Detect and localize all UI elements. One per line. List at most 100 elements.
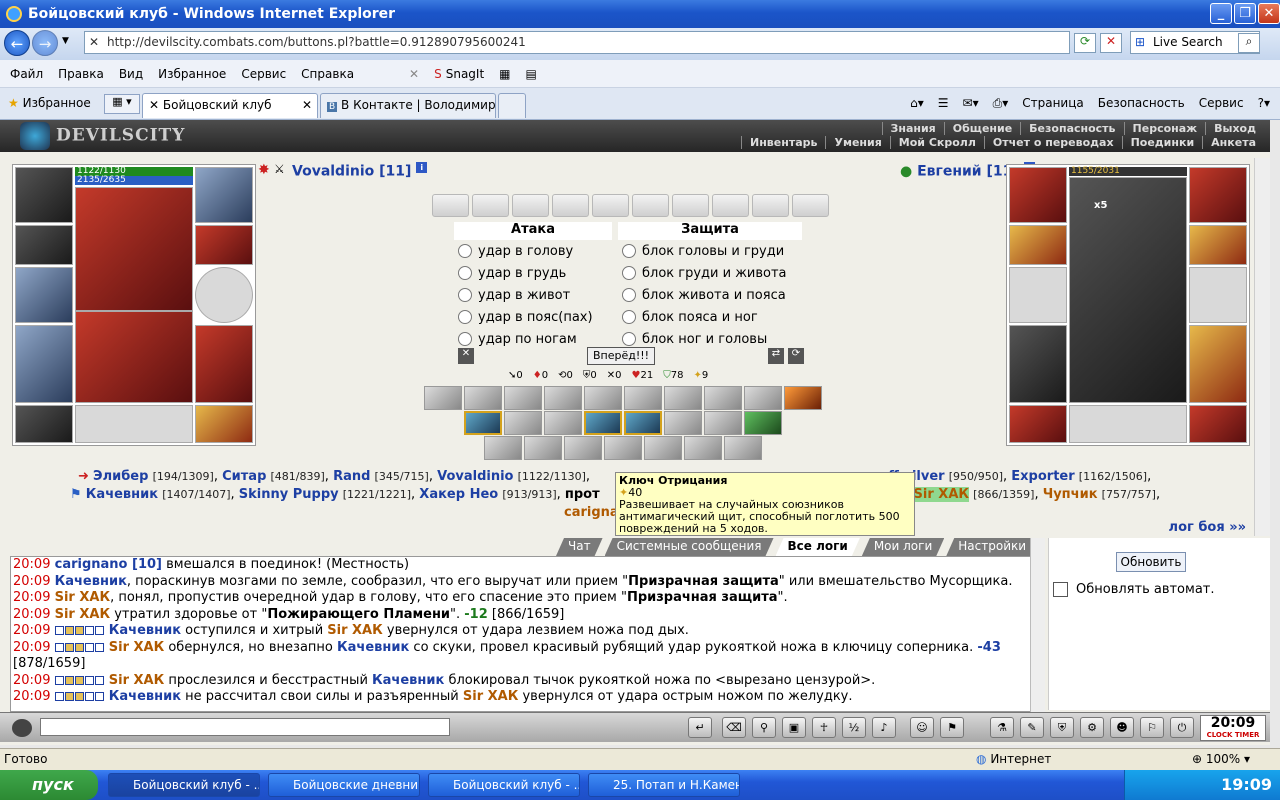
skill-button[interactable] xyxy=(484,436,522,460)
refresh-icon[interactable]: ⟳ xyxy=(1074,33,1096,53)
snagit-edit-icon[interactable]: ▤ xyxy=(526,67,537,81)
scroll-slot[interactable] xyxy=(792,194,829,217)
address-input[interactable]: ✕ http://devilscity.combats.com/buttons.… xyxy=(84,31,1070,54)
nav-battles[interactable]: Поединки xyxy=(1121,136,1203,149)
eraser-icon[interactable]: ⌫ xyxy=(722,717,746,738)
attack-option[interactable]: удар в пояс(пах) xyxy=(454,306,612,328)
log-fighter-name[interactable]: Sir ХАК xyxy=(55,590,110,605)
forward-button[interactable]: Вперёд!!! xyxy=(587,347,655,365)
clan-icon[interactable]: ⚑ xyxy=(940,717,964,738)
skill-button[interactable] xyxy=(584,411,622,435)
opp-weapon-slot[interactable] xyxy=(1009,267,1067,323)
chat-scrollbar[interactable] xyxy=(1030,538,1045,712)
fighter-name-partial[interactable]: carigna xyxy=(564,505,619,520)
scroll-slot[interactable] xyxy=(472,194,509,217)
attack-option[interactable]: удар в грудь xyxy=(454,262,612,284)
skill-button[interactable] xyxy=(724,436,762,460)
log-fighter-name[interactable]: Sir ХАК xyxy=(55,607,110,622)
attack-radio[interactable] xyxy=(458,288,472,302)
battle-log-link[interactable]: лог боя »» xyxy=(1169,520,1246,535)
rune-slots[interactable] xyxy=(75,405,193,443)
forward-nav-button[interactable]: → xyxy=(32,30,58,56)
opp-boots-slot[interactable] xyxy=(1189,405,1247,443)
scroll-icon[interactable]: ✎ xyxy=(1020,717,1044,738)
new-tab-button[interactable] xyxy=(498,93,526,118)
auto-refresh-checkbox[interactable] xyxy=(1053,582,1068,597)
skill-button[interactable] xyxy=(664,411,702,435)
save-icon[interactable]: ▣ xyxy=(782,717,806,738)
print-icon[interactable]: ⎙▾ xyxy=(993,96,1009,111)
skill-button[interactable] xyxy=(624,386,662,410)
smiley-icon[interactable]: ☺ xyxy=(910,717,934,738)
attack-option[interactable]: удар в живот xyxy=(454,284,612,306)
info-icon[interactable]: i xyxy=(416,162,428,173)
skill-button[interactable] xyxy=(684,436,722,460)
menu-favorites[interactable]: Избранное xyxy=(158,67,226,81)
fighter-name[interactable]: Ситар xyxy=(222,469,266,484)
defense-radio[interactable] xyxy=(622,332,636,346)
belt-slot[interactable] xyxy=(15,405,73,443)
skill-button[interactable] xyxy=(544,386,582,410)
skill-button[interactable] xyxy=(464,386,502,410)
skill-button[interactable] xyxy=(504,411,542,435)
auto-refresh-toggle[interactable]: Обновлять автомат. xyxy=(1053,582,1215,597)
switch-target-icon[interactable]: ⇄ xyxy=(768,348,784,364)
boots-slot[interactable] xyxy=(195,405,253,443)
favorites-center[interactable]: ★ Избранное xyxy=(8,96,91,110)
scroll-slot[interactable] xyxy=(432,194,469,217)
toolbar-close-icon[interactable]: ✕ xyxy=(409,67,419,81)
nav-communication[interactable]: Общение xyxy=(943,122,1020,135)
scroll-slot[interactable] xyxy=(752,194,789,217)
defense-option[interactable]: блок головы и груди xyxy=(618,240,808,262)
defense-option[interactable]: блок живота и пояса xyxy=(618,284,808,306)
filter-icon[interactable]: ⚲ xyxy=(752,717,776,738)
tab-chat[interactable]: Чат xyxy=(556,538,603,556)
scroll-slot[interactable] xyxy=(592,194,629,217)
quick-tabs-icon[interactable]: ▦ ▾ xyxy=(104,94,140,114)
map-icon[interactable]: ⚙ xyxy=(1080,717,1104,738)
tab-close-icon[interactable]: ✕ xyxy=(302,98,312,112)
helmet-slot[interactable] xyxy=(15,167,73,223)
zoom-control[interactable]: ⊕ 100% ▾ xyxy=(1192,749,1250,770)
sound-icon[interactable]: ♪ xyxy=(872,717,896,738)
bracers-slot[interactable] xyxy=(15,225,73,265)
defense-radio[interactable] xyxy=(622,244,636,258)
defense-radio[interactable] xyxy=(622,310,636,324)
fighter-name[interactable]: Хакер Нео xyxy=(419,487,498,502)
snagit-label[interactable]: SnagIt xyxy=(446,67,484,81)
skill-button[interactable] xyxy=(644,436,682,460)
menu-view[interactable]: Вид xyxy=(119,67,143,81)
menu-help[interactable]: Справка xyxy=(301,67,354,81)
log-fighter-name[interactable]: Sir ХАК xyxy=(109,673,164,688)
help-icon[interactable]: ?▾ xyxy=(1258,96,1270,111)
safety-menu[interactable]: Безопасность xyxy=(1098,96,1185,111)
opp-armor-slot[interactable] xyxy=(1009,325,1067,403)
nav-knowledge[interactable]: Знания xyxy=(881,122,944,135)
opp-belt-slot[interactable] xyxy=(1009,405,1067,443)
attack-radio[interactable] xyxy=(458,332,472,346)
amulet-rings-slot[interactable] xyxy=(195,167,253,223)
tray-time[interactable]: 19:09 xyxy=(1221,775,1272,794)
menu-tools[interactable]: Сервис xyxy=(241,67,286,81)
log-fighter-name[interactable]: Sir ХАК xyxy=(327,623,382,638)
scroll-slot[interactable] xyxy=(672,194,709,217)
weapon-slot[interactable] xyxy=(15,267,73,323)
fighter-name[interactable]: Vovaldinio xyxy=(437,469,513,484)
skill-button[interactable] xyxy=(784,386,822,410)
skill-button[interactable] xyxy=(604,436,642,460)
opp-gloves-slot[interactable] xyxy=(1189,225,1247,265)
attack-option[interactable]: удар в голову xyxy=(454,240,612,262)
attack-radio[interactable] xyxy=(458,266,472,280)
fighter-name-highlighted[interactable]: Sir ХАК xyxy=(913,487,970,502)
refresh-chat-button[interactable]: Обновить xyxy=(1116,552,1186,572)
skill-button[interactable] xyxy=(704,386,742,410)
skill-button[interactable] xyxy=(584,386,622,410)
taskbar-item[interactable]: Бойцовский клуб - ... xyxy=(108,773,260,797)
exit-icon[interactable]: ⏻ xyxy=(1170,717,1194,738)
split-icon[interactable]: ½ xyxy=(842,717,866,738)
defense-option[interactable]: блок груди и живота xyxy=(618,262,808,284)
tab-all-logs[interactable]: Все логи xyxy=(776,538,860,556)
scroll-slot[interactable] xyxy=(632,194,669,217)
skill-button[interactable] xyxy=(624,411,662,435)
potion-icon[interactable]: ⚗ xyxy=(990,717,1014,738)
